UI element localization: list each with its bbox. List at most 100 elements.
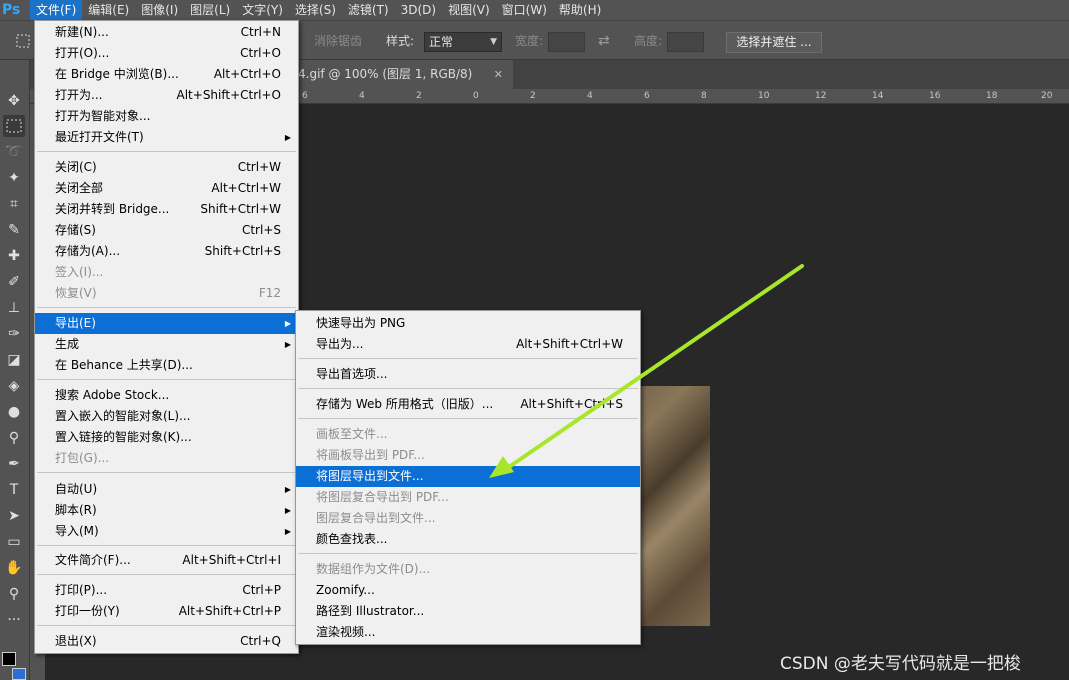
ruler-label: 18 xyxy=(986,91,998,101)
width-field[interactable] xyxy=(548,32,585,52)
background-color-swatch[interactable] xyxy=(12,668,26,680)
export-submenu: 快速导出为 PNG 导出为... Alt+Shift+Ctrl+W 导出首选项..… xyxy=(295,310,641,645)
menu-file[interactable]: 文件(F) xyxy=(30,0,83,20)
submenu-arrow-icon: ▶ xyxy=(284,485,291,494)
close-icon[interactable]: ✕ xyxy=(494,60,503,89)
foreground-color-swatch[interactable] xyxy=(2,652,16,666)
style-select[interactable]: 正常 ▼ xyxy=(424,32,502,52)
menu-item-layers-to-files[interactable]: 将图层导出到文件... xyxy=(296,466,640,487)
type-tool-icon[interactable]: T xyxy=(3,479,25,501)
eraser-tool-icon[interactable]: ◪ xyxy=(3,349,25,371)
menu-item-package: 打包(G)... xyxy=(55,451,110,465)
pen-tool-icon[interactable]: ✒ xyxy=(3,453,25,475)
more-tools-icon[interactable]: ··· xyxy=(3,609,25,631)
menu-item-generate[interactable]: 生成 ▶ xyxy=(35,334,298,355)
menu-filter[interactable]: 滤镜(T) xyxy=(342,0,395,20)
eyedropper-tool-icon[interactable]: ✎ xyxy=(3,219,25,241)
marquee-tool-icon[interactable] xyxy=(3,115,25,137)
crop-tool-icon[interactable]: ⌗ xyxy=(3,193,25,215)
menu-item-open-smart-object[interactable]: 打开为智能对象... xyxy=(35,106,298,127)
menu-item-save-for-web[interactable]: 存储为 Web 所用格式（旧版）... Alt+Shift+Ctrl+S xyxy=(296,394,640,415)
menu-item-exit[interactable]: 退出(X) Ctrl+Q xyxy=(35,631,298,652)
menu-item-artboards-to-files: 画板至文件... xyxy=(316,427,388,441)
menu-item-paths-to-illustrator[interactable]: 路径到 Illustrator... xyxy=(296,601,640,622)
menu-item-close-all[interactable]: 关闭全部 Alt+Ctrl+W xyxy=(35,178,298,199)
menu-3d[interactable]: 3D(D) xyxy=(395,0,442,20)
menu-item-open-as[interactable]: 打开为... Alt+Shift+Ctrl+O xyxy=(35,85,298,106)
ruler-label: 10 xyxy=(758,91,770,101)
menu-item-render-video[interactable]: 渲染视频... xyxy=(296,622,640,643)
height-field[interactable] xyxy=(667,32,704,52)
menu-item-data-sets-as-files: 数据组作为文件(D)... xyxy=(316,562,431,576)
menu-window[interactable]: 窗口(W) xyxy=(496,0,553,20)
menu-item-export-as[interactable]: 导出为... Alt+Shift+Ctrl+W xyxy=(296,334,640,355)
menu-edit[interactable]: 编辑(E) xyxy=(82,0,135,20)
menu-item-export-preferences[interactable]: 导出首选项... xyxy=(296,364,640,385)
ruler-label: 16 xyxy=(929,91,941,101)
ruler-label: 0 xyxy=(473,91,479,101)
menu-item-layer-comps-to-files: 图层复合导出到文件... xyxy=(316,511,436,525)
menu-item-color-lookup-tables[interactable]: 颜色查找表... xyxy=(296,529,640,550)
menu-item-browse-bridge[interactable]: 在 Bridge 中浏览(B)... Alt+Ctrl+O xyxy=(35,64,298,85)
menu-layer[interactable]: 图层(L) xyxy=(184,0,236,20)
history-brush-tool-icon[interactable]: ✑ xyxy=(3,323,25,345)
document-tab[interactable]: 4.gif @ 100% (图层 1, RGB/8) ✕ xyxy=(298,60,513,89)
ruler-label: 6 xyxy=(644,91,650,101)
menu-help[interactable]: 帮助(H) xyxy=(553,0,607,20)
ruler-label: 20 xyxy=(1041,91,1053,101)
stamp-tool-icon[interactable]: ⊥ xyxy=(3,297,25,319)
style-select-value: 正常 xyxy=(429,35,454,49)
menu-view[interactable]: 视图(V) xyxy=(442,0,496,20)
blur-tool-icon[interactable]: ● xyxy=(3,401,25,423)
ruler-label: 14 xyxy=(872,91,884,101)
submenu-arrow-icon: ▶ xyxy=(284,319,291,328)
lasso-tool-icon[interactable]: ➰ xyxy=(3,141,25,163)
menu-item-export[interactable]: 导出(E) ▶ xyxy=(35,313,298,334)
menu-item-save-as[interactable]: 存储为(A)... Shift+Ctrl+S xyxy=(35,241,298,262)
ruler-label: 4 xyxy=(587,91,593,101)
menu-item-print-one-copy[interactable]: 打印一份(Y) Alt+Shift+Ctrl+P xyxy=(35,601,298,622)
magic-wand-tool-icon[interactable]: ✦ xyxy=(3,167,25,189)
menu-item-place-embedded[interactable]: 置入嵌入的智能对象(L)... xyxy=(35,406,298,427)
submenu-arrow-icon: ▶ xyxy=(284,340,291,349)
menu-item-revert: 恢复(V) F12 xyxy=(55,286,281,300)
ruler-label: 6 xyxy=(302,91,308,101)
menu-item-save[interactable]: 存储(S) Ctrl+S xyxy=(35,220,298,241)
app-logo: Ps xyxy=(2,2,21,18)
swap-icon[interactable]: ⇄ xyxy=(598,21,610,61)
menu-select[interactable]: 选择(S) xyxy=(289,0,342,20)
document-tab-title: 4.gif @ 100% (图层 1, RGB/8) xyxy=(298,67,473,81)
menu-item-search-adobe-stock[interactable]: 搜索 Adobe Stock... xyxy=(35,385,298,406)
submenu-arrow-icon: ▶ xyxy=(284,506,291,515)
move-tool-icon[interactable]: ✥ xyxy=(3,90,25,112)
healing-brush-tool-icon[interactable]: ✚ xyxy=(3,245,25,267)
menu-type[interactable]: 文字(Y) xyxy=(236,0,289,20)
hand-tool-icon[interactable]: ✋ xyxy=(3,557,25,579)
dodge-tool-icon[interactable]: ⚲ xyxy=(3,427,25,449)
menu-item-new[interactable]: 新建(N)... Ctrl+N xyxy=(35,22,298,43)
menu-item-automate[interactable]: 自动(U) ▶ xyxy=(35,479,298,500)
menu-item-open[interactable]: 打开(O)... Ctrl+O xyxy=(35,43,298,64)
menu-item-zoomify[interactable]: Zoomify... xyxy=(296,580,640,601)
height-label: 高度: xyxy=(634,34,663,48)
ruler-label: 2 xyxy=(416,91,422,101)
path-selection-tool-icon[interactable]: ➤ xyxy=(3,505,25,527)
paint-bucket-tool-icon[interactable]: ◈ xyxy=(3,375,25,397)
menu-item-print[interactable]: 打印(P)... Ctrl+P xyxy=(35,580,298,601)
menu-item-scripts[interactable]: 脚本(R) ▶ xyxy=(35,500,298,521)
menu-item-close[interactable]: 关闭(C) Ctrl+W xyxy=(35,157,298,178)
marquee-preset-icon[interactable] xyxy=(14,21,34,61)
width-label: 宽度: xyxy=(515,34,544,48)
zoom-tool-icon[interactable]: ⚲ xyxy=(3,583,25,605)
select-and-mask-button[interactable]: 选择并遮住 ... xyxy=(726,32,822,53)
menu-item-recent-files[interactable]: 最近打开文件(T) ▶ xyxy=(35,127,298,148)
menu-item-close-go-bridge[interactable]: 关闭并转到 Bridge... Shift+Ctrl+W xyxy=(35,199,298,220)
menu-image[interactable]: 图像(I) xyxy=(135,0,184,20)
menu-item-file-info[interactable]: 文件简介(F)... Alt+Shift+Ctrl+I xyxy=(35,550,298,571)
menu-item-import[interactable]: 导入(M) ▶ xyxy=(35,521,298,542)
menu-item-share-behance[interactable]: 在 Behance 上共享(D)... xyxy=(35,355,298,376)
menu-item-quick-export-png[interactable]: 快速导出为 PNG xyxy=(296,313,640,334)
brush-tool-icon[interactable]: ✐ xyxy=(3,271,25,293)
rectangle-tool-icon[interactable]: ▭ xyxy=(3,531,25,553)
menu-item-place-linked[interactable]: 置入链接的智能对象(K)... xyxy=(35,427,298,448)
